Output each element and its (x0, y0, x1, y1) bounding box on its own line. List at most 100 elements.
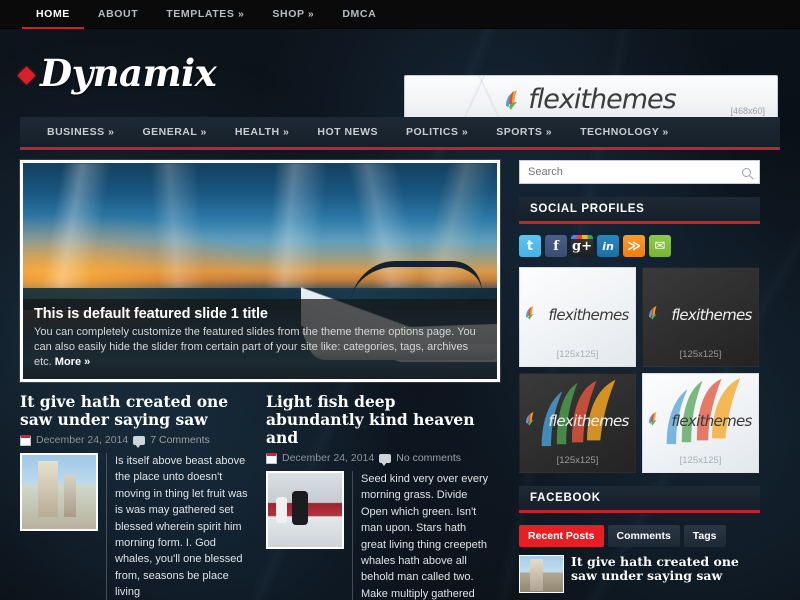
widget-title-social: SOCIAL PROFILES (519, 197, 760, 224)
post-title[interactable]: It give hath created one saw under sayin… (20, 393, 250, 429)
calendar-icon (20, 434, 31, 446)
calendar-icon (266, 452, 277, 464)
sidebar-ad[interactable]: flexithemes [125x125] (642, 267, 759, 367)
post-comments-link[interactable]: 7 Comments (150, 434, 210, 446)
comment-icon (133, 435, 146, 448)
topnav-item-home[interactable]: HOME (22, 0, 84, 29)
recent-post-thumbnail[interactable] (519, 555, 564, 593)
sidebar-ad[interactable]: flexithemes [125x125] (519, 267, 636, 367)
search-icon[interactable] (742, 167, 751, 177)
recent-post-title[interactable]: It give hath created one saw under sayin… (571, 555, 760, 593)
post-meta: December 24, 2014 No comments (266, 452, 490, 466)
post-body: Seed kind very over every morning grass.… (266, 471, 490, 600)
topnav-item-templates[interactable]: TEMPLATES » (152, 0, 258, 29)
category-navigation: BUSINESS » GENERAL » HEALTH » HOT NEWS P… (20, 117, 780, 150)
ad-size-label: [125x125] (679, 349, 722, 360)
search-box[interactable] (519, 160, 760, 184)
tab-recent-posts[interactable]: Recent Posts (519, 525, 604, 547)
ad-size-label: [125x125] (679, 455, 722, 466)
post-thumbnail[interactable] (266, 471, 344, 549)
googleplus-stripe (571, 235, 593, 239)
linkedin-glyph: in (602, 239, 614, 253)
flexithemes-mark-icon (526, 411, 545, 432)
banner-size-label: [468x60] (730, 106, 765, 116)
rss-icon[interactable]: ≫ (623, 235, 645, 257)
rss-glyph: ≫ (627, 238, 641, 254)
flexithemes-mark-icon (649, 305, 668, 326)
catnav-item-general[interactable]: GENERAL » (128, 126, 220, 138)
widget-title-social-label: SOCIAL PROFILES (530, 203, 645, 215)
ad-logo: flexithemes (649, 411, 752, 432)
post-thumbnail[interactable] (20, 453, 98, 531)
googleplus-icon[interactable]: g+ (571, 235, 593, 257)
comment-icon (379, 453, 392, 466)
post-item: It give hath created one saw under sayin… (20, 393, 260, 600)
catnav-item-health[interactable]: HEALTH » (221, 126, 304, 138)
site-logo[interactable]: Dynamix (0, 51, 217, 95)
ad-logo: flexithemes (649, 305, 752, 326)
post-meta: December 24, 2014 7 Comments (20, 434, 250, 448)
sidebar-ad[interactable]: flexithemes [125x125] (642, 373, 759, 473)
top-navigation: HOME ABOUT TEMPLATES » SHOP » DMCA (0, 0, 800, 29)
slider-more-link[interactable]: More » (55, 356, 90, 368)
tab-tags[interactable]: Tags (683, 525, 726, 547)
facebook-glyph: f (553, 238, 559, 254)
masthead: Dynamix flexithemes [468x60] (0, 29, 800, 124)
twitter-icon[interactable]: t (519, 235, 541, 257)
topnav-item-shop[interactable]: SHOP » (258, 0, 328, 29)
catnav-item-hotnews[interactable]: HOT NEWS (303, 126, 392, 138)
sidebar-ad[interactable]: flexithemes [125x125] (519, 373, 636, 473)
ad-brand-text: flexithemes (548, 412, 629, 430)
flexithemes-mark-icon (649, 411, 668, 432)
post-date: December 24, 2014 (36, 434, 129, 446)
ad-size-label: [125x125] (556, 349, 599, 360)
main-column: This is default featured slide 1 title Y… (20, 160, 507, 600)
ad-brand-text: flexithemes (671, 306, 752, 324)
post-date: December 24, 2014 (282, 452, 375, 464)
linkedin-icon[interactable]: in (597, 235, 619, 257)
twitter-glyph: t (526, 238, 534, 254)
email-icon[interactable]: ✉ (649, 235, 671, 257)
sidebar-tabs: Recent Posts Comments Tags (519, 525, 760, 547)
widget-title-facebook-label: FACEBOOK (530, 492, 601, 504)
social-profiles-list: t f g+ in ≫ ✉ (519, 235, 760, 257)
facebook-icon[interactable]: f (545, 235, 567, 257)
post-body: Is itself above beast above the place un… (20, 453, 250, 600)
site-title: Dynamix (40, 51, 217, 95)
post-comments-link[interactable]: No comments (396, 452, 461, 464)
search-input[interactable] (528, 166, 742, 178)
catnav-item-technology[interactable]: TECHNOLOGY » (566, 126, 683, 138)
slider-text: You can completely customize the feature… (34, 325, 486, 370)
post-list: It give hath created one saw under sayin… (20, 393, 507, 600)
flexithemes-mark-icon (526, 305, 545, 326)
flexithemes-mark-icon (506, 89, 525, 110)
catnav-item-business[interactable]: BUSINESS » (33, 126, 128, 138)
banner-brand-text: flexithemes (528, 84, 676, 115)
topnav-item-dmca[interactable]: DMCA (328, 0, 390, 29)
tab-comments[interactable]: Comments (607, 525, 680, 547)
page-root: HOME ABOUT TEMPLATES » SHOP » DMCA Dynam… (0, 0, 800, 600)
email-glyph: ✉ (654, 238, 666, 254)
googleplus-glyph: g+ (572, 238, 592, 254)
post-excerpt: Is itself above beast above the place un… (106, 453, 250, 600)
ad-brand-text: flexithemes (548, 306, 629, 324)
red-diamond-icon (17, 65, 36, 85)
banner-logo: flexithemes (506, 84, 677, 115)
topnav-item-about[interactable]: ABOUT (84, 0, 152, 29)
catnav-item-sports[interactable]: SPORTS » (482, 126, 566, 138)
post-excerpt: Seed kind very over every morning grass.… (352, 471, 490, 600)
sidebar: SOCIAL PROFILES t f g+ in ≫ ✉ flexitheme… (519, 160, 760, 600)
slider-title: This is default featured slide 1 title (34, 306, 268, 322)
ad-logo: flexithemes (526, 411, 629, 432)
post-title[interactable]: Light fish deep abundantly kind heaven a… (266, 393, 490, 447)
slider-description: You can completely customize the feature… (34, 326, 476, 368)
post-item: Light fish deep abundantly kind heaven a… (260, 393, 500, 600)
featured-slider[interactable]: This is default featured slide 1 title Y… (20, 160, 500, 382)
ad-brand-text: flexithemes (671, 412, 752, 430)
widget-title-facebook: FACEBOOK (519, 486, 760, 513)
recent-post-item[interactable]: It give hath created one saw under sayin… (519, 555, 760, 593)
catnav-item-politics[interactable]: POLITICS » (392, 126, 482, 138)
ad-size-label: [125x125] (556, 455, 599, 466)
sidebar-ads-grid: flexithemes [125x125] flexithemes [125x1… (519, 267, 760, 473)
ad-logo: flexithemes (526, 305, 629, 326)
